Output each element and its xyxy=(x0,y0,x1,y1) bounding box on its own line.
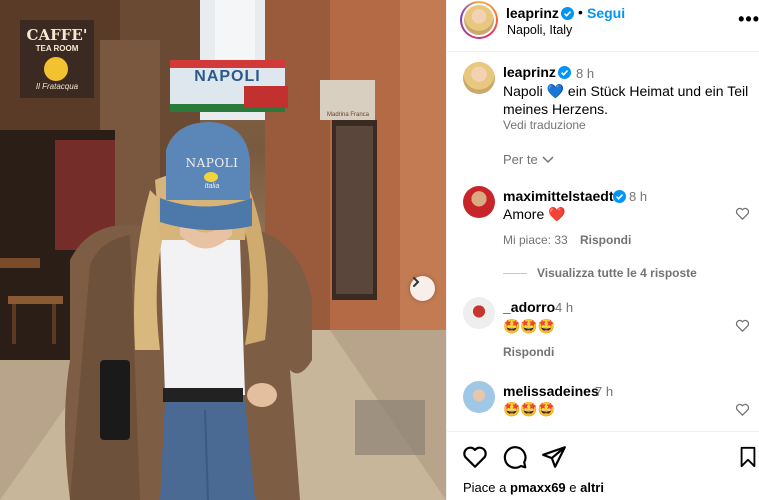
post-photo[interactable]: CAFFE' TEA ROOM Il Fratacqua NAPOLI Madr… xyxy=(0,0,446,500)
more-options-icon[interactable]: ••• xyxy=(738,9,759,30)
follow-button[interactable]: Segui xyxy=(587,5,625,21)
like-heart-icon[interactable] xyxy=(462,444,488,470)
author-avatar[interactable] xyxy=(460,1,498,39)
header-separator: • xyxy=(578,4,583,20)
like-comment-heart-icon[interactable] xyxy=(735,206,750,221)
comment-text: Amore ❤️ xyxy=(503,206,566,222)
like-comment-heart-icon[interactable] xyxy=(735,402,750,417)
post-header: leaprinz • Segui Napoli, Italy ••• xyxy=(447,0,759,52)
comment-avatar[interactable] xyxy=(463,381,495,413)
comment-username[interactable]: _adorro xyxy=(503,299,555,315)
carousel-next-button[interactable] xyxy=(410,276,435,301)
cap-lemon-icon xyxy=(204,172,218,182)
cap-embroidery-text: NAPOLI xyxy=(185,156,239,170)
comment-time: 4 h xyxy=(555,300,574,315)
likes-prefix: Piace a xyxy=(463,480,507,495)
tea-room-sign: TEA ROOM xyxy=(35,44,79,53)
post-location[interactable]: Napoli, Italy xyxy=(507,23,572,37)
caption-username[interactable]: leaprinz xyxy=(503,64,556,80)
cafe-logo-icon xyxy=(44,57,68,81)
caption-text-start: Napoli xyxy=(503,83,543,99)
see-translation-link[interactable]: Vedi traduzione xyxy=(503,118,586,132)
post-side-panel: leaprinz • Segui Napoli, Italy ••• leapr… xyxy=(446,0,759,500)
reply-button[interactable]: Rispondi xyxy=(580,233,631,247)
comment-username[interactable]: melissadeines xyxy=(503,383,599,399)
napoli-banner: NAPOLI xyxy=(194,68,261,85)
comment-text: 🤩🤩🤩 xyxy=(503,318,556,334)
caption-text: Napoli 💙 ein Stück Heimat und ein Teil m… xyxy=(503,82,753,118)
caption-text-rest: ein Stück Heimat und ein Teil xyxy=(567,83,749,99)
comment-username[interactable]: maximittelstaedt xyxy=(503,188,613,204)
reply-button[interactable]: Rispondi xyxy=(503,345,554,359)
like-comment-heart-icon[interactable] xyxy=(735,318,750,333)
comment-avatar[interactable] xyxy=(463,186,495,218)
author-username[interactable]: leaprinz xyxy=(506,5,559,21)
shop-name-sign: Il Fratacqua xyxy=(35,82,79,91)
comment-bubble-icon[interactable] xyxy=(502,444,528,470)
verified-badge-icon xyxy=(561,7,574,20)
comment-avatar[interactable] xyxy=(463,297,495,329)
replies-divider xyxy=(503,273,527,274)
caption-author-avatar[interactable] xyxy=(463,62,495,94)
comment-like-count[interactable]: Mi piace: 33 xyxy=(503,233,568,247)
comment-time: 7 h xyxy=(595,384,614,399)
save-bookmark-icon[interactable] xyxy=(737,444,759,470)
chevron-right-icon xyxy=(413,277,420,287)
comment-text: 🤩🤩🤩 xyxy=(503,401,556,417)
likes-others[interactable]: altri xyxy=(580,480,604,495)
cap-sub-text: Italia xyxy=(204,183,220,190)
caption-text-line2: meines Herzens. xyxy=(503,101,609,117)
blue-heart-emoji: 💙 xyxy=(546,83,565,99)
right-shop-sign: Madrina Franca xyxy=(326,112,370,118)
chevron-down-icon[interactable] xyxy=(542,155,554,165)
verified-badge-icon xyxy=(613,190,626,203)
post-actions-bar: Piace a pmaxx69 e altri xyxy=(447,431,759,500)
caffe-sign: CAFFE' xyxy=(26,26,88,44)
per-te-filter[interactable]: Per te xyxy=(503,152,538,167)
likes-username[interactable]: pmaxx69 xyxy=(510,480,566,495)
caption-time: 8 h xyxy=(576,66,595,81)
share-send-icon[interactable] xyxy=(541,444,567,470)
likes-summary[interactable]: Piace a pmaxx69 e altri xyxy=(463,480,604,495)
likes-conjunction: e xyxy=(569,480,577,495)
comment-time: 8 h xyxy=(629,189,648,204)
view-replies-link[interactable]: Visualizza tutte le 4 risposte xyxy=(537,266,697,280)
verified-badge-icon xyxy=(558,66,571,79)
